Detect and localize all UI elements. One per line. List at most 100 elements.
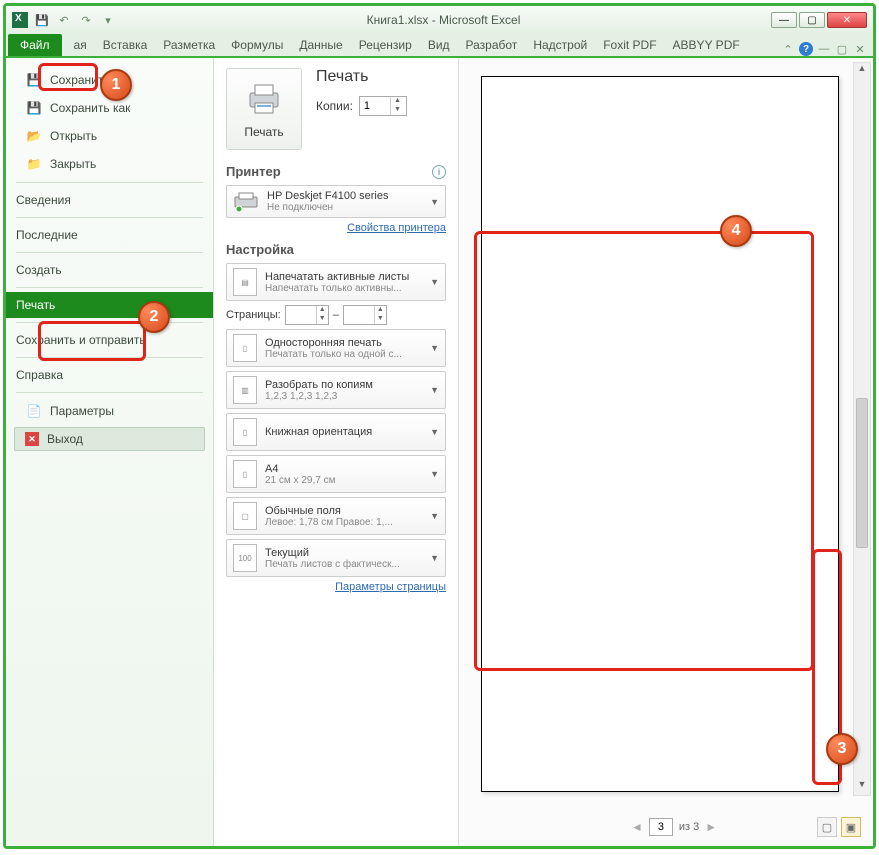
tab-review[interactable]: Рецензир (351, 34, 420, 56)
wb-minimize-icon[interactable]: — (817, 42, 831, 56)
nav-new[interactable]: Создать (6, 257, 213, 283)
nav-separator (16, 182, 203, 183)
tab-abbyy[interactable]: ABBYY PDF (665, 34, 748, 56)
maximize-button[interactable]: ▢ (799, 12, 825, 28)
copies-input[interactable] (360, 100, 390, 112)
opt-collate-title: Разобрать по копиям (265, 379, 422, 391)
opt-scale-sub: Печать листов с фактическ... (265, 559, 422, 570)
options-icon: 📄 (26, 403, 42, 419)
nav-print[interactable]: Печать (6, 292, 213, 318)
tab-formulas[interactable]: Формулы (223, 34, 291, 56)
pages-sep: – (333, 309, 339, 321)
zoom-to-page-button[interactable]: ▣ (841, 817, 861, 837)
nav-saveas[interactable]: 💾 Сохранить как (6, 94, 213, 122)
title-bar: 💾 ↶ ↷ ▾ Книга1.xlsx - Microsoft Excel — … (6, 6, 873, 34)
collate-icon: ▥ (233, 376, 257, 404)
tab-layout[interactable]: Разметка (155, 34, 223, 56)
printer-info-icon[interactable]: i (432, 165, 446, 179)
nav-separator (16, 252, 203, 253)
printer-status: Не подключен (267, 202, 422, 213)
scroll-down-icon[interactable]: ▼ (854, 779, 870, 795)
tab-developer[interactable]: Разработ (458, 34, 526, 56)
opt-paper[interactable]: ▯ A421 см x 29,7 см ▼ (226, 455, 446, 493)
show-margins-button[interactable]: ▢ (817, 817, 837, 837)
tab-foxit[interactable]: Foxit PDF (595, 34, 664, 56)
saveas-icon: 💾 (26, 100, 42, 116)
close-button[interactable]: ✕ (827, 12, 867, 28)
preview-scrollbar[interactable]: ▲ ▼ (853, 62, 871, 796)
pages-from-input[interactable] (286, 309, 316, 321)
spinner-down-icon[interactable]: ▼ (316, 315, 328, 324)
page-setup-link[interactable]: Параметры страницы (335, 581, 446, 593)
opt-collate[interactable]: ▥ Разобрать по копиям1,2,3 1,2,3 1,2,3 ▼ (226, 371, 446, 409)
ribbon-minimize-icon[interactable]: ⌃ (781, 42, 795, 56)
wb-restore-icon[interactable]: ▢ (835, 42, 849, 56)
qat-more-icon[interactable]: ▾ (100, 12, 116, 28)
spinner-down-icon[interactable]: ▼ (390, 106, 404, 115)
ribbon-tabs: Файл ая Вставка Разметка Формулы Данные … (6, 34, 873, 58)
pages-to-input[interactable] (344, 309, 374, 321)
opt-oneside[interactable]: ▯ Односторонняя печатьПечатать только на… (226, 329, 446, 367)
opt-margins[interactable]: ▢ Обычные поляЛевое: 1,78 см Правое: 1,.… (226, 497, 446, 535)
nav-sendshare[interactable]: Сохранить и отправить (6, 327, 213, 353)
nav-help[interactable]: Справка (6, 362, 213, 388)
spinner-up-icon[interactable]: ▲ (374, 306, 386, 315)
excel-icon (12, 12, 28, 28)
nav-exit[interactable]: ✕Выход (14, 427, 205, 451)
minimize-button[interactable]: — (771, 12, 797, 28)
backstage-nav: 💾Сохранить 💾 Сохранить как 📂Открыть 📁Закр… (6, 58, 214, 846)
scroll-thumb[interactable] (856, 398, 868, 548)
help-icon[interactable]: ? (799, 42, 813, 56)
nav-saveas-label: Сохранить как (50, 101, 130, 115)
nav-options-label: Параметры (50, 404, 114, 418)
print-button-label: Печать (244, 125, 283, 139)
tab-view[interactable]: Вид (420, 34, 458, 56)
nav-separator (16, 322, 203, 323)
qat-save-icon[interactable]: 💾 (34, 12, 50, 28)
margins-icon: ▢ (233, 502, 257, 530)
page-next-button[interactable]: ► (705, 820, 717, 834)
pages-from-spinner[interactable]: ▲▼ (285, 305, 329, 325)
chevron-down-icon: ▼ (430, 469, 439, 479)
print-settings-panel: Печать Печать Копии: ▲▼ Принтер i (214, 58, 458, 846)
print-button[interactable]: Печать (226, 68, 302, 150)
opt-print-what[interactable]: ▤ Напечатать активные листыНапечатать то… (226, 263, 446, 301)
page-of-label: из 3 (679, 821, 699, 833)
tab-file[interactable]: Файл (8, 34, 62, 56)
tab-data[interactable]: Данные (291, 34, 350, 56)
page-current-input[interactable] (649, 818, 673, 836)
spinner-up-icon[interactable]: ▲ (390, 97, 404, 106)
spinner-down-icon[interactable]: ▼ (374, 315, 386, 324)
opt-scale[interactable]: 100 ТекущийПечать листов с фактическ... … (226, 539, 446, 577)
qat-undo-icon[interactable]: ↶ (56, 12, 72, 28)
copies-spinner[interactable]: ▲▼ (359, 96, 407, 116)
nav-save[interactable]: 💾Сохранить (6, 66, 213, 94)
nav-open-label: Открыть (50, 129, 97, 143)
tab-addins[interactable]: Надстрой (525, 34, 595, 56)
opt-orientation[interactable]: ▯ Книжная ориентация ▼ (226, 413, 446, 451)
oneside-icon: ▯ (233, 334, 257, 362)
printer-properties-link[interactable]: Свойства принтера (347, 222, 446, 234)
tab-home-partial[interactable]: ая (66, 34, 95, 56)
nav-sendshare-label: Сохранить и отправить (16, 333, 146, 347)
nav-open[interactable]: 📂Открыть (6, 122, 213, 150)
nav-recent[interactable]: Последние (6, 222, 213, 248)
settings-section-header: Настройка (226, 242, 294, 257)
page-prev-button[interactable]: ◄ (631, 820, 643, 834)
nav-info[interactable]: Сведения (6, 187, 213, 213)
chevron-down-icon: ▼ (430, 385, 439, 395)
nav-save-label: Сохранить (50, 73, 110, 87)
pages-to-spinner[interactable]: ▲▼ (343, 305, 387, 325)
chevron-down-icon: ▼ (430, 197, 439, 207)
scroll-up-icon[interactable]: ▲ (854, 63, 870, 79)
nav-close[interactable]: 📁Закрыть (6, 150, 213, 178)
printer-dropdown[interactable]: HP Deskjet F4100 series Не подключен ▼ (226, 185, 446, 218)
qat-redo-icon[interactable]: ↷ (78, 12, 94, 28)
printer-icon (244, 79, 284, 119)
print-preview-area: ▲ ▼ ◄ из 3 ► ▢ ▣ (458, 58, 873, 846)
window-title: Книга1.xlsx - Microsoft Excel (116, 13, 771, 27)
spinner-up-icon[interactable]: ▲ (316, 306, 328, 315)
nav-options[interactable]: 📄 Параметры (6, 397, 213, 425)
wb-close-icon[interactable]: ✕ (853, 42, 867, 56)
tab-insert[interactable]: Вставка (95, 34, 156, 56)
